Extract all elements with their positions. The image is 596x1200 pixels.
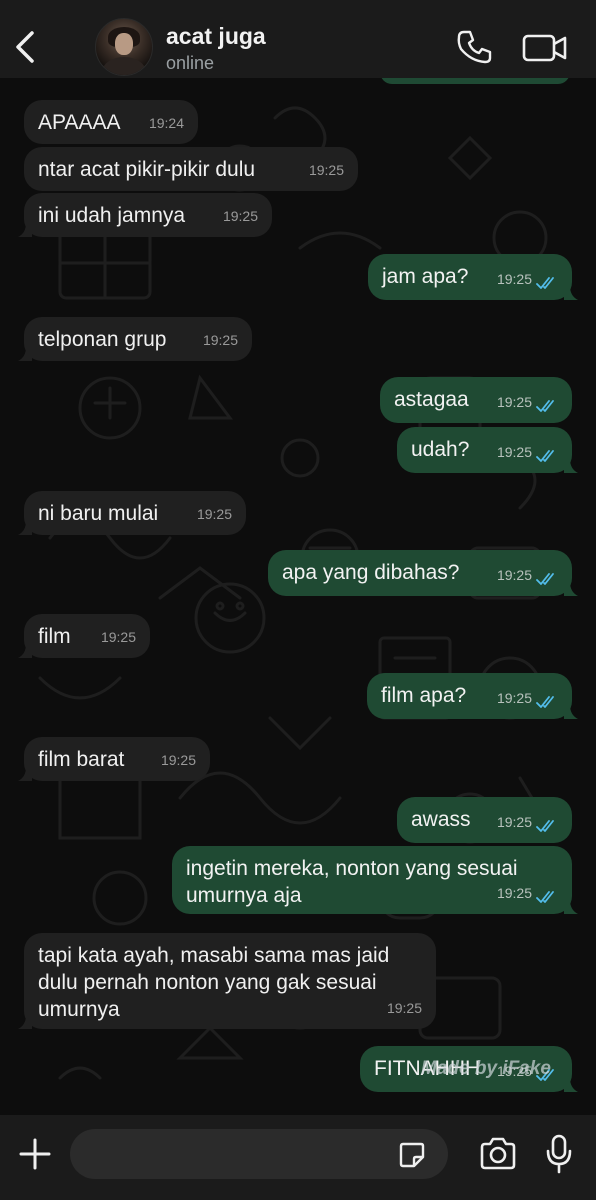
double-check-icon [536,820,554,832]
avatar[interactable] [95,18,153,76]
message-text: ingetin mereka, nonton yang sesuai umurn… [186,857,518,907]
message-time: 19:25 [386,1000,422,1016]
message-time: 19:25 [308,162,344,178]
message-text: ni baru mulai [38,502,159,525]
sticker-icon[interactable] [398,1141,426,1169]
composer-bar [0,1115,596,1200]
camera-icon[interactable] [478,1135,518,1173]
message-text: ntar acat pikir-pikir dulu [38,158,256,181]
incoming-message[interactable]: film 19:25 [18,614,150,658]
outgoing-message[interactable]: ingetin mereka, nonton yang sesuai umurn… [172,846,578,914]
outgoing-message[interactable]: awass 19:25 [397,797,572,843]
message-time: 19:25 [100,629,136,645]
phone-icon[interactable] [454,27,494,67]
message-text: ini udah jamnya [38,204,186,227]
message-text: APAAAA [38,111,121,134]
message-time: 19:25 [496,567,532,583]
double-check-icon [536,277,554,289]
bubble-tail [18,223,32,237]
message-time: 19:25 [496,444,532,460]
message-text: astagaa [394,388,469,411]
double-check-icon [536,400,554,412]
incoming-message[interactable]: ini udah jamnya 19:25 [18,193,272,237]
outgoing-message[interactable]: jam apa? 19:25 [368,254,578,300]
chat-header: acat juga online [0,0,596,78]
bubble-tail [18,644,32,658]
incoming-message[interactable]: ntar acat pikir-pikir dulu 19:25 [24,147,358,191]
double-check-icon [536,891,554,903]
chevron-left-icon[interactable] [10,27,40,67]
message-text: apa yang dibahas? [282,561,460,584]
message-time: 19:25 [496,394,532,410]
video-camera-icon[interactable] [522,30,568,66]
microphone-icon[interactable] [545,1133,573,1175]
message-text: film barat [38,748,125,771]
incoming-message[interactable]: APAAAA 19:24 [24,100,198,144]
outgoing-message[interactable]: astagaa 19:25 [380,377,572,423]
bubble-tail [18,1015,32,1029]
message-input[interactable] [70,1129,448,1179]
watermark: Made by iFake [421,1058,551,1079]
double-check-icon [536,573,554,585]
message-time: 19:24 [148,115,184,131]
bubble-tail [18,521,32,535]
bubble-tail [18,347,32,361]
contact-status: online [166,53,215,73]
message-time: 19:25 [222,208,258,224]
message-text: awass [411,808,471,831]
bubble-tail [564,582,578,596]
incoming-message[interactable]: telponan grup 19:25 [18,317,252,361]
message-text: udah? [411,438,470,461]
outgoing-message[interactable]: udah? 19:25 [397,427,578,473]
bubble-tail [564,900,578,914]
plus-icon[interactable] [16,1135,54,1173]
bubble-tail [564,459,578,473]
incoming-message[interactable]: tapi kata ayah, masabi sama mas jaid dul… [18,933,436,1029]
message-time: 19:25 [202,332,238,348]
incoming-message[interactable]: ni baru mulai 19:25 [18,491,246,535]
message-text: jam apa? [382,265,469,288]
incoming-message[interactable]: film barat 19:25 [18,737,210,781]
outgoing-message[interactable]: apa yang dibahas? 19:25 [268,550,578,596]
bubble-tail [564,1078,578,1092]
message-time: 19:25 [196,506,232,522]
contact-name[interactable]: acat juga [166,23,266,50]
message-text: telponan grup [38,328,167,351]
message-text: film apa? [381,684,467,707]
message-time: 19:25 [160,752,196,768]
bubble-tail [564,705,578,719]
bubble-tail [564,286,578,300]
double-check-icon [536,450,554,462]
double-check-icon [536,696,554,708]
message-time: 19:25 [496,690,532,706]
outgoing-message[interactable]: film apa? 19:25 [367,673,578,719]
message-time: 19:25 [496,271,532,287]
bubble-tail [18,767,32,781]
message-text: tapi kata ayah, masabi sama mas jaid dul… [38,944,390,1021]
message-time: 19:25 [496,885,532,901]
message-time: 19:25 [496,814,532,830]
message-text: film [38,625,71,648]
